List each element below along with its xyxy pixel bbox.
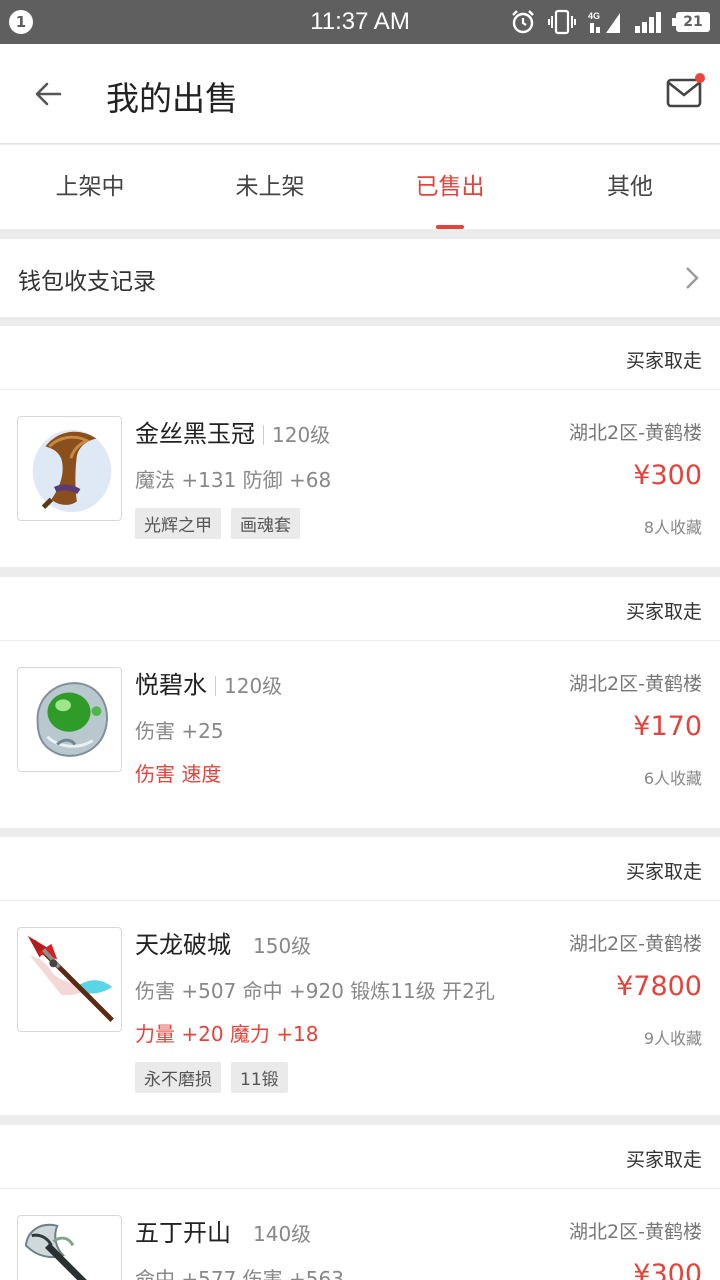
back-arrow-icon[interactable] <box>32 78 64 110</box>
axe-icon <box>24 1223 87 1280</box>
wallet-records-row[interactable]: 钱包收支记录 <box>0 239 720 317</box>
tab-sold[interactable]: 已售出 <box>360 145 540 229</box>
item-name: 五丁开山 <box>135 1219 231 1247</box>
battery-icon: 21 <box>672 12 710 32</box>
item-tag: 光辉之甲 <box>135 508 221 539</box>
item-level: 140级 <box>253 1222 312 1246</box>
favorites-count: 6人收藏 <box>643 769 702 788</box>
trade-status: 买家取走 <box>625 861 702 883</box>
tab-other[interactable]: 其他 <box>540 145 720 229</box>
item-thumbnail <box>17 927 122 1032</box>
item-thumbnail <box>17 416 122 521</box>
server-name: 湖北2区-黄鹤楼 <box>569 1221 702 1243</box>
item-price: ¥300 <box>633 1259 702 1280</box>
item-name: 天龙破城 <box>135 931 231 959</box>
item-level: 120级 <box>215 676 282 696</box>
tab-on-sale[interactable]: 上架中 <box>0 145 180 229</box>
item-price: ¥300 <box>633 460 702 491</box>
status-bar: 1 11:37 AM 4G 21 <box>0 0 720 44</box>
trade-status: 买家取走 <box>625 1149 702 1171</box>
item-card[interactable]: 买家取走 五丁开山 140级 湖北2区-黄鹤楼 命中 +577 伤害 +563 … <box>0 1125 720 1280</box>
special-attributes: 伤害 速度 <box>135 762 222 786</box>
server-name: 湖北2区-黄鹤楼 <box>569 673 702 695</box>
item-card[interactable]: 买家取走 悦碧水 120级 湖北2区-黄鹤楼 伤害 +25 ¥170 伤害 速度… <box>0 577 720 828</box>
item-level: 120级 <box>263 425 330 445</box>
item-tag: 11锻 <box>231 1062 288 1093</box>
jade-ring-icon <box>36 682 108 757</box>
special-attributes: 力量 +20 魔力 +18 <box>135 1022 319 1046</box>
tag-list: 光辉之甲 画魂套 <box>135 508 300 539</box>
alarm-icon <box>512 10 534 34</box>
chevron-right-icon <box>686 267 699 289</box>
item-name: 悦碧水 <box>135 671 207 699</box>
item-tag: 画魂套 <box>231 508 300 539</box>
item-price: ¥170 <box>633 711 702 742</box>
item-stats: 命中 +577 伤害 +563 <box>135 1267 344 1280</box>
hat-icon <box>32 429 112 513</box>
item-stats: 伤害 +507 命中 +920 锻炼11级 开2孔 <box>135 979 495 1003</box>
item-thumbnail <box>17 667 122 772</box>
server-name: 湖北2区-黄鹤楼 <box>569 933 702 955</box>
vibrate-icon <box>548 9 576 35</box>
page-title: 我的出售 <box>106 79 238 118</box>
trade-status: 买家取走 <box>625 601 702 623</box>
tag-list: 永不磨损 11锻 <box>135 1062 288 1093</box>
item-price: ¥7800 <box>616 971 702 1002</box>
signal-icon <box>635 12 661 33</box>
wallet-records-label: 钱包收支记录 <box>18 269 156 295</box>
app-header: 我的出售 <box>0 44 720 144</box>
item-card[interactable]: 买家取走 天龙破城 150级 湖北2区-黄鹤楼 伤害 +507 命中 +920 … <box>0 837 720 1115</box>
tab-not-listed[interactable]: 未上架 <box>180 145 360 229</box>
item-stats: 魔法 +131 防御 +68 <box>135 468 332 492</box>
signal-4g-icon: 4G <box>588 11 620 33</box>
item-tag: 永不磨损 <box>135 1062 221 1093</box>
item-level: 150级 <box>253 934 312 958</box>
tab-bar: 上架中 未上架 已售出 其他 <box>0 145 720 229</box>
svg-text:4G: 4G <box>588 11 600 21</box>
item-thumbnail <box>17 1215 122 1280</box>
item-name: 金丝黑玉冠 <box>135 420 255 448</box>
item-stats: 伤害 +25 <box>135 719 224 743</box>
server-name: 湖北2区-黄鹤楼 <box>569 422 702 444</box>
spear-icon <box>27 935 114 1022</box>
item-card[interactable]: 买家取走 金丝黑玉冠 120级 湖北2区-黄鹤楼 魔法 +131 防御 +68 … <box>0 326 720 567</box>
favorites-count: 9人收藏 <box>643 1029 702 1048</box>
unread-dot <box>695 73 705 83</box>
favorites-count: 8人收藏 <box>643 518 702 537</box>
status-icons: 4G 21 <box>510 8 710 36</box>
trade-status: 买家取走 <box>625 350 702 372</box>
